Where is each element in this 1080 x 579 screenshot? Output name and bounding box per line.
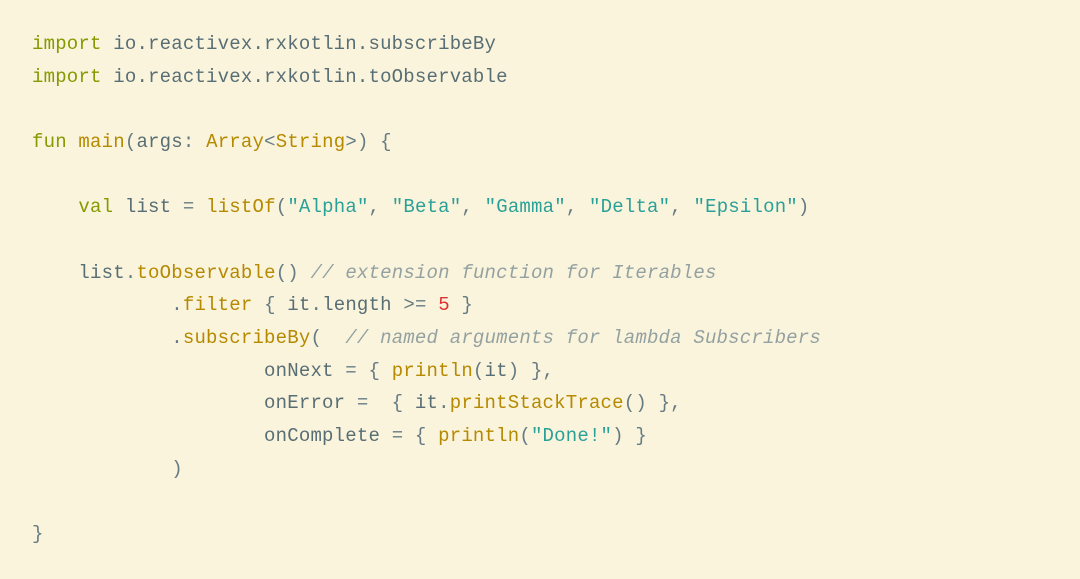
param-args: args <box>136 131 182 153</box>
call-println: println <box>392 360 473 382</box>
string-done: "Done!" <box>531 425 612 447</box>
call-toobservable: toObservable <box>136 262 275 284</box>
number-5: 5 <box>438 294 450 316</box>
call-filter: filter <box>183 294 253 316</box>
param-onerror: onError <box>264 392 345 414</box>
keyword-val: val <box>78 196 113 218</box>
operator-ge: >= <box>403 294 426 316</box>
function-main: main <box>78 131 124 153</box>
type-string: String <box>276 131 346 153</box>
package-path: io.reactivex.rxkotlin.subscribeBy <box>113 33 496 55</box>
string-gamma: "Gamma" <box>485 196 566 218</box>
string-delta: "Delta" <box>589 196 670 218</box>
call-println: println <box>438 425 519 447</box>
identifier-length: length <box>322 294 392 316</box>
keyword-import: import <box>32 66 102 88</box>
identifier-it: it <box>485 360 508 382</box>
identifier-it: it <box>287 294 310 316</box>
identifier-list: list <box>125 196 171 218</box>
comment-extension: // extension function for Iterables <box>311 262 717 284</box>
comment-named-args: // named arguments for lambda Subscriber… <box>345 327 821 349</box>
package-path: io.reactivex.rxkotlin.toObservable <box>113 66 507 88</box>
param-onnext: onNext <box>264 360 334 382</box>
identifier-it: it <box>415 392 438 414</box>
param-oncomplete: onComplete <box>264 425 380 447</box>
string-alpha: "Alpha" <box>287 196 368 218</box>
call-listof: listOf <box>206 196 276 218</box>
call-subscribeby: subscribeBy <box>183 327 311 349</box>
string-epsilon: "Epsilon" <box>693 196 797 218</box>
string-beta: "Beta" <box>392 196 462 218</box>
code-snippet: import io.reactivex.rxkotlin.subscribeBy… <box>0 0 1080 579</box>
keyword-import: import <box>32 33 102 55</box>
call-printstacktrace: printStackTrace <box>450 392 624 414</box>
identifier-list: list <box>78 262 124 284</box>
type-array: Array <box>206 131 264 153</box>
keyword-fun: fun <box>32 131 67 153</box>
